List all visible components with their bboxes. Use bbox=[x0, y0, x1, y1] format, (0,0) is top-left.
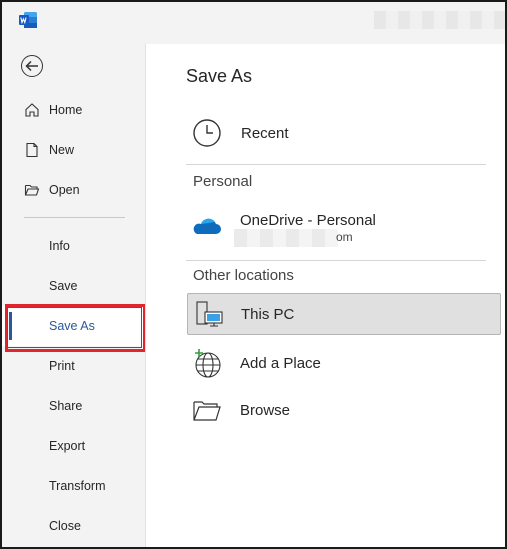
nav-home[interactable]: Home bbox=[2, 90, 143, 130]
back-button[interactable] bbox=[21, 55, 43, 77]
title-bar bbox=[2, 2, 505, 42]
nav-save-as[interactable]: Save As bbox=[2, 306, 143, 346]
globe-add-icon bbox=[195, 349, 221, 378]
location-add-place[interactable]: Add a Place bbox=[186, 340, 501, 386]
page-title: Save As bbox=[186, 66, 253, 86]
nav-home-label: Home bbox=[49, 103, 83, 117]
nav-save-as-label: Save As bbox=[49, 319, 95, 333]
word-backstage-window: Home New Open Info Save Save As Print Sh… bbox=[0, 0, 507, 549]
home-icon bbox=[25, 103, 39, 117]
nav-close-label: Close bbox=[49, 519, 81, 533]
new-document-icon bbox=[26, 142, 38, 158]
nav-info[interactable]: Info bbox=[2, 226, 143, 266]
nav-close[interactable]: Close bbox=[2, 506, 143, 546]
location-browse[interactable]: Browse bbox=[186, 387, 501, 433]
nav-print[interactable]: Print bbox=[2, 346, 143, 386]
back-arrow-icon bbox=[25, 60, 38, 72]
divider bbox=[186, 260, 486, 261]
location-recent-label: Recent bbox=[241, 124, 289, 142]
backstage-nav: Home New Open Info Save Save As Print Sh… bbox=[2, 42, 143, 547]
nav-transform-label: Transform bbox=[49, 479, 106, 493]
nav-new-label: New bbox=[49, 143, 75, 157]
nav-open-label: Open bbox=[49, 183, 80, 197]
section-personal: Personal bbox=[193, 173, 253, 190]
word-icon bbox=[19, 12, 37, 28]
nav-new[interactable]: New bbox=[2, 130, 143, 170]
computer-icon bbox=[196, 301, 223, 327]
folder-icon bbox=[193, 401, 221, 421]
nav-print-label: Print bbox=[49, 359, 75, 373]
user-account-blurred[interactable] bbox=[374, 11, 505, 29]
location-browse-label: Browse bbox=[240, 401, 291, 419]
save-as-panel: Save As Recent Personal OneDrive - Perso… bbox=[145, 44, 505, 547]
location-add-place-label: Add a Place bbox=[240, 354, 321, 372]
location-onedrive-label: OneDrive - Personal bbox=[240, 212, 376, 229]
location-recent[interactable]: Recent bbox=[186, 110, 501, 156]
nav-export[interactable]: Export bbox=[2, 426, 143, 466]
onedrive-email-suffix: om bbox=[336, 230, 353, 244]
nav-divider bbox=[24, 217, 125, 218]
nav-transform[interactable]: Transform bbox=[2, 466, 143, 506]
location-this-pc[interactable]: This PC bbox=[187, 293, 501, 335]
nav-share[interactable]: Share bbox=[2, 386, 143, 426]
nav-save-label: Save bbox=[49, 279, 78, 293]
section-other-locations: Other locations bbox=[193, 267, 294, 284]
divider bbox=[186, 164, 486, 165]
location-this-pc-label: This PC bbox=[241, 305, 295, 323]
open-folder-icon bbox=[24, 184, 40, 196]
onedrive-cloud-icon bbox=[193, 218, 221, 234]
nav-open[interactable]: Open bbox=[2, 170, 143, 210]
nav-info-label: Info bbox=[49, 239, 70, 253]
nav-share-label: Share bbox=[49, 399, 83, 413]
nav-export-label: Export bbox=[49, 439, 86, 453]
nav-save[interactable]: Save bbox=[2, 266, 143, 306]
clock-icon bbox=[193, 119, 221, 147]
email-blurred bbox=[234, 229, 338, 247]
